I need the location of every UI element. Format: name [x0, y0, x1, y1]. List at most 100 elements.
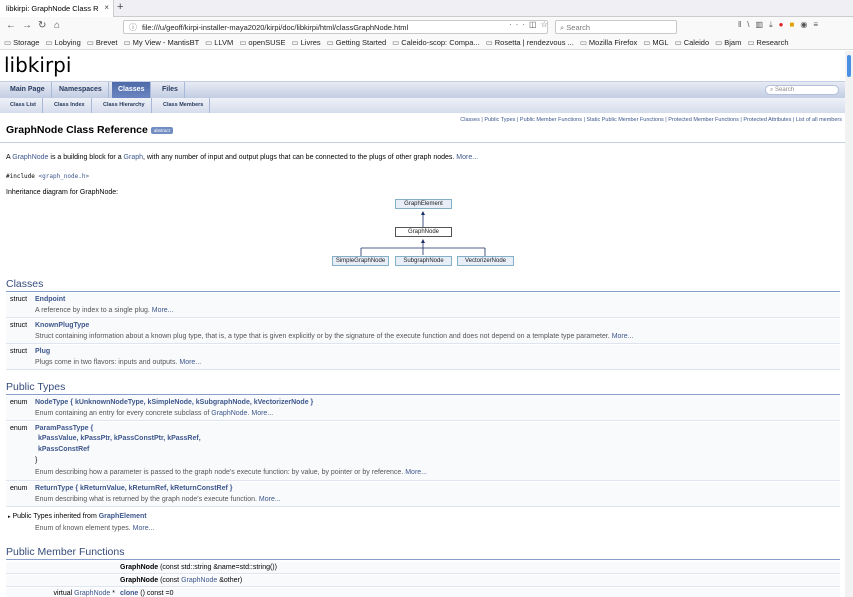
bookmark-item[interactable]: ▭ Getting Started: [327, 38, 387, 47]
title-text: GraphNode Class Reference: [6, 124, 148, 136]
member-desc: Struct containing information about a kn…: [35, 333, 634, 340]
url-bar[interactable]: ⓘ file:///u/geoff/kirpi-installer-maya20…: [123, 20, 548, 34]
tab-close-icon[interactable]: ×: [104, 3, 109, 12]
bookmark-item[interactable]: ▭ Brevet: [87, 38, 118, 47]
diagram-node-child[interactable]: VectorizerNode: [457, 256, 514, 266]
diagram-node-current: GraphNode: [395, 227, 452, 237]
inherited-prefix: Public Types inherited from: [12, 513, 99, 520]
page-scrollbar[interactable]: [845, 51, 853, 597]
member-desc-text: Struct containing information about a kn…: [35, 333, 612, 340]
tab-class-index[interactable]: Class Index: [48, 98, 92, 113]
bookmark-item[interactable]: ▭ openSUSE: [239, 38, 285, 47]
more-link[interactable]: More...: [251, 410, 273, 417]
adblock-icon[interactable]: ●: [779, 20, 790, 29]
brief-more-link[interactable]: More...: [456, 154, 478, 161]
member-link[interactable]: Endpoint: [35, 296, 65, 303]
enum-values[interactable]: { kReturnValue, kReturnRef, kReturnConst…: [75, 485, 232, 492]
enum-link[interactable]: NodeType: [35, 399, 68, 406]
bookmark-item[interactable]: ▭ MGL: [643, 38, 668, 47]
bookmark-item[interactable]: ▭ Caleido-scop: Compa...: [392, 38, 479, 47]
tab-class-members[interactable]: Class Members: [157, 98, 211, 113]
diagram-node-child[interactable]: SubgraphNode: [395, 256, 452, 266]
tab-classes[interactable]: Classes: [112, 82, 152, 98]
bookmark-item[interactable]: ▭ Mozilla Firefox: [580, 38, 637, 47]
function-args: (const: [158, 577, 182, 584]
extension-icon[interactable]: ■: [789, 20, 800, 29]
tab-class-list[interactable]: Class List: [4, 98, 43, 113]
diagram-node-parent[interactable]: GraphElement: [395, 199, 452, 209]
folder-icon: ▭: [392, 38, 400, 47]
tab-class-hierarchy[interactable]: Class Hierarchy: [97, 98, 152, 113]
account-icon[interactable]: ◉: [800, 20, 813, 29]
sidebar-icon[interactable]: ▥: [756, 20, 770, 29]
home-icon[interactable]: ⌂: [54, 20, 60, 31]
function-link[interactable]: GraphNode: [120, 577, 158, 584]
bookmark-label: Mozilla Firefox: [588, 38, 638, 47]
bookmark-label: LLVM: [214, 38, 234, 47]
tab-files[interactable]: Files: [156, 82, 185, 98]
tab-namespaces[interactable]: Namespaces: [53, 82, 109, 98]
diagram-node-child[interactable]: SimpleGraphNode: [332, 256, 389, 266]
menu-icon[interactable]: ≡: [813, 20, 824, 29]
bookmark-item[interactable]: ▭ Rosetta | rendezvous ...: [486, 38, 574, 47]
enum-values[interactable]: kPassConstRef: [38, 446, 89, 453]
graphnode-link[interactable]: GraphNode: [74, 590, 110, 597]
inherited-types-header[interactable]: ▸ Public Types inherited from GraphEleme…: [8, 513, 147, 520]
enum-values[interactable]: kPassValue, kPassPtr, kPassConstPtr, kPa…: [38, 435, 201, 442]
table-row: GraphNode (const GraphNode &other): [6, 575, 840, 587]
enum-link[interactable]: ParamPassType: [35, 425, 89, 432]
bookmark-star-icon[interactable]: ☆: [541, 20, 552, 29]
bookmark-item[interactable]: ▭ Lobying: [45, 38, 80, 47]
function-link[interactable]: clone: [120, 590, 138, 597]
browser-search-input[interactable]: ⌕ Search: [555, 20, 677, 34]
graphnode-link[interactable]: GraphNode: [181, 577, 217, 584]
bookmark-item[interactable]: ▭ Caleido: [675, 38, 710, 47]
pocket-icon[interactable]: ◫: [529, 20, 541, 29]
member-link[interactable]: KnownPlugType: [35, 322, 89, 329]
bookmark-item[interactable]: ▭ Livres: [292, 38, 321, 47]
scrollbar-thumb[interactable]: [847, 55, 851, 77]
tab-main-page[interactable]: Main Page: [4, 82, 52, 98]
bookmark-item[interactable]: ▭ Storage: [4, 38, 39, 47]
reload-icon[interactable]: ↻: [38, 20, 46, 31]
more-link[interactable]: More...: [612, 333, 634, 340]
member-link[interactable]: Plug: [35, 348, 50, 355]
library-icon[interactable]: ‖\: [738, 20, 756, 29]
browser-tab[interactable]: libkirpi: GraphNode Class R ×: [0, 0, 114, 17]
browser-tab-bar: libkirpi: GraphNode Class R × +: [0, 0, 853, 17]
graphnode-link[interactable]: GraphNode: [211, 410, 247, 417]
function-link[interactable]: GraphNode: [120, 564, 158, 571]
graphelement-link[interactable]: GraphElement: [99, 513, 147, 520]
graph-link[interactable]: Graph: [124, 154, 143, 161]
back-icon[interactable]: ←: [6, 20, 16, 31]
more-link[interactable]: More...: [179, 359, 201, 366]
doc-search-placeholder: Search: [775, 87, 795, 93]
more-link[interactable]: More...: [405, 469, 427, 476]
enum-values[interactable]: { kUnknownNodeType, kSimpleNode, kSubgra…: [70, 399, 313, 406]
include-file-link[interactable]: <graph_node.h>: [39, 173, 90, 180]
include-line: #include <graph_node.h>: [6, 173, 89, 180]
expand-arrow-icon[interactable]: ▸: [8, 514, 11, 520]
title-divider: [0, 142, 845, 143]
bookmark-item[interactable]: ▭ LLVM: [205, 38, 233, 47]
enum-link[interactable]: ReturnType: [35, 485, 73, 492]
doc-page: libkirpi Main Page Namespaces Classes Fi…: [0, 51, 845, 597]
section-public-member-functions: Public Member Functions: [6, 546, 125, 558]
more-link[interactable]: More...: [133, 525, 155, 532]
bookmark-item[interactable]: ▭ Bjam: [715, 38, 741, 47]
bookmark-label: Caleido-scop: Compa...: [401, 38, 480, 47]
download-icon[interactable]: ⤓: [769, 20, 779, 29]
more-link[interactable]: More...: [152, 307, 174, 314]
bookmark-item[interactable]: ▭ Research: [747, 38, 788, 47]
summary-links[interactable]: Classes | Public Types | Public Member F…: [460, 117, 842, 123]
info-icon[interactable]: ⓘ: [129, 22, 137, 33]
more-link[interactable]: More...: [259, 496, 281, 503]
bookmark-label: My View - MantisBT: [132, 38, 200, 47]
doc-search-input[interactable]: ⌕ Search: [765, 85, 839, 95]
bookmark-item[interactable]: ▭ My View - MantisBT: [124, 38, 200, 47]
graphnode-link[interactable]: GraphNode: [12, 154, 48, 161]
forward-icon[interactable]: →: [22, 20, 32, 31]
page-actions-menu-icon[interactable]: ···: [509, 20, 529, 29]
new-tab-button[interactable]: +: [117, 1, 123, 13]
section-public-types: Public Types: [6, 381, 66, 393]
